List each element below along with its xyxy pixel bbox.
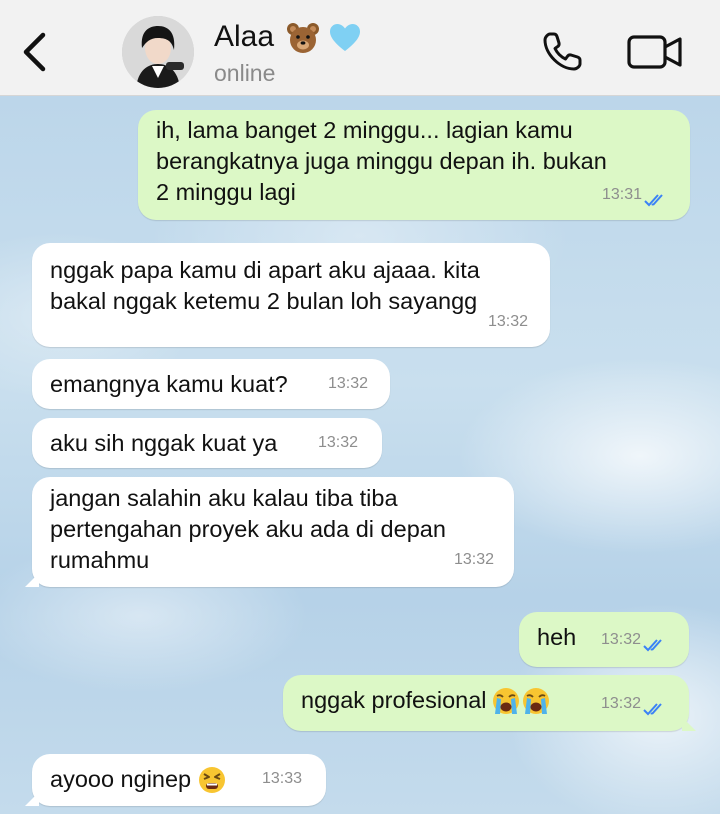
double-check-icon bbox=[643, 703, 662, 716]
outgoing-message[interactable]: nggak profesional 13:32 bbox=[283, 675, 696, 731]
outgoing-message[interactable]: ih, lama banget 2 minggu... lagian kamu … bbox=[138, 110, 690, 220]
message-time: 13:32 bbox=[487, 313, 528, 330]
incoming-message[interactable]: nggak papa kamu di apart aku ajaaa. kita… bbox=[32, 243, 550, 347]
double-check-icon bbox=[644, 194, 663, 207]
bear-emoji-icon bbox=[287, 23, 320, 54]
video-camera-icon bbox=[627, 35, 682, 69]
message-time: 13:32 bbox=[328, 375, 369, 392]
message-text: nggak profesional bbox=[301, 685, 551, 716]
message-time: 13:31 bbox=[601, 186, 642, 203]
message-text: ih, lama banget 2 minggu... lagian kamu … bbox=[156, 117, 607, 205]
tired-face-icon bbox=[199, 766, 226, 793]
message-text: aku sih nggak kuat ya bbox=[50, 430, 278, 456]
incoming-message[interactable]: ayooo nginep 13:33 bbox=[25, 754, 326, 806]
double-check-icon bbox=[643, 639, 662, 652]
contact-name-text: Alaa bbox=[214, 20, 275, 53]
incoming-message[interactable]: emangnya kamu kuat? 13:32 bbox=[32, 359, 390, 409]
chat-header: Alaa online bbox=[0, 0, 720, 96]
chat-messages[interactable]: ih, lama banget 2 minggu... lagian kamu … bbox=[0, 96, 720, 814]
message-text: nggak papa kamu di apart aku ajaaa. kita… bbox=[50, 257, 480, 314]
message-text: jangan salahin aku kalau tiba tiba perte… bbox=[50, 485, 446, 573]
video-call-button[interactable] bbox=[626, 32, 684, 72]
loudly-crying-face-icon bbox=[492, 687, 519, 714]
message-time: 13:33 bbox=[262, 770, 303, 787]
message-time: 13:32 bbox=[318, 434, 359, 451]
message-time: 13:32 bbox=[600, 695, 641, 712]
message-time: 13:32 bbox=[453, 551, 494, 568]
back-button[interactable] bbox=[14, 26, 54, 78]
outgoing-message[interactable]: heh 13:32 bbox=[519, 612, 689, 667]
message-text: heh bbox=[537, 624, 577, 650]
incoming-message[interactable]: aku sih nggak kuat ya 13:32 bbox=[32, 418, 382, 468]
voice-call-button[interactable] bbox=[538, 28, 586, 76]
phone-icon bbox=[543, 32, 582, 71]
message-time: 13:32 bbox=[600, 631, 641, 648]
loudly-crying-face-icon bbox=[522, 687, 549, 714]
message-text: ayooo nginep bbox=[50, 764, 227, 795]
blue-heart-emoji-icon bbox=[329, 24, 360, 52]
bubble-tail bbox=[25, 573, 39, 587]
bubble-tail bbox=[682, 717, 696, 731]
back-chevron-icon bbox=[23, 32, 46, 72]
contact-avatar[interactable] bbox=[122, 16, 194, 88]
message-text: emangnya kamu kuat? bbox=[50, 371, 288, 397]
contact-name[interactable]: Alaa bbox=[214, 20, 361, 54]
contact-status: online bbox=[214, 60, 276, 86]
bubble-tail bbox=[25, 792, 39, 806]
incoming-message[interactable]: jangan salahin aku kalau tiba tiba perte… bbox=[25, 477, 514, 587]
